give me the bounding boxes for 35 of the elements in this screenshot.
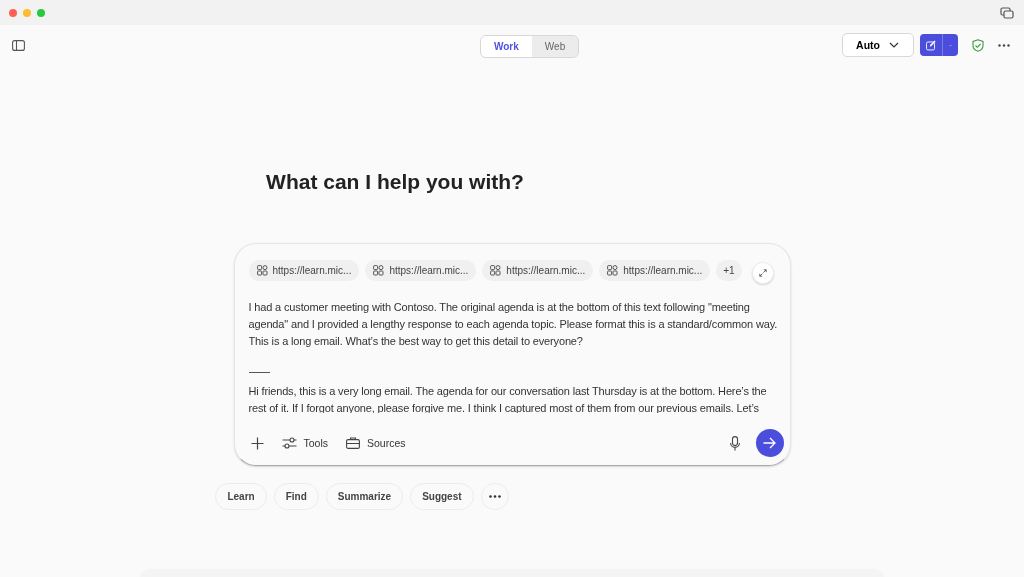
add-icon[interactable] (250, 436, 264, 450)
close-window-button[interactable] (9, 8, 17, 17)
suggestion-button[interactable]: Suggest (410, 483, 474, 510)
sidebar-icon[interactable] (12, 39, 25, 51)
microphone-icon[interactable] (729, 435, 740, 451)
attachment-chip[interactable]: https://learn.mic... (482, 259, 594, 281)
more-icon (488, 495, 501, 498)
briefcase-icon (346, 437, 360, 449)
grid-icon (607, 264, 619, 276)
attachment-chip[interactable]: https://learn.mic... (248, 259, 360, 281)
caret-icon (889, 42, 899, 48)
grid-icon (490, 264, 502, 276)
more-attachments-chip[interactable]: +1 (716, 259, 742, 281)
attachment-chip[interactable]: https://learn.mic... (599, 259, 711, 281)
suggestion-button[interactable]: Find (273, 483, 319, 510)
attachment-chip[interactable]: https://learn.mic... (365, 259, 477, 281)
mode-tab[interactable]: Work (481, 36, 532, 57)
arrow-icon (763, 437, 776, 449)
shield-icon[interactable] (972, 38, 984, 52)
heading: What can I help you with? (266, 170, 524, 194)
windows-icon[interactable] (1000, 6, 1014, 19)
model-dropdown[interactable]: Auto (842, 33, 914, 57)
suggestion-button[interactable]: Learn (215, 483, 267, 510)
suggestion-button[interactable]: Summarize (325, 483, 404, 510)
edit-icon (926, 39, 936, 51)
grid-icon (373, 264, 385, 276)
new-chat-button[interactable] (920, 34, 942, 56)
send-button[interactable] (755, 429, 784, 457)
grid-icon (256, 264, 268, 276)
more-icon[interactable] (998, 43, 1010, 47)
expand-icon (758, 268, 767, 278)
expand-button[interactable] (751, 262, 774, 284)
sources-button[interactable]: Sources (346, 437, 406, 449)
sliders-icon (281, 437, 297, 449)
tools-button[interactable]: Tools (281, 437, 328, 449)
